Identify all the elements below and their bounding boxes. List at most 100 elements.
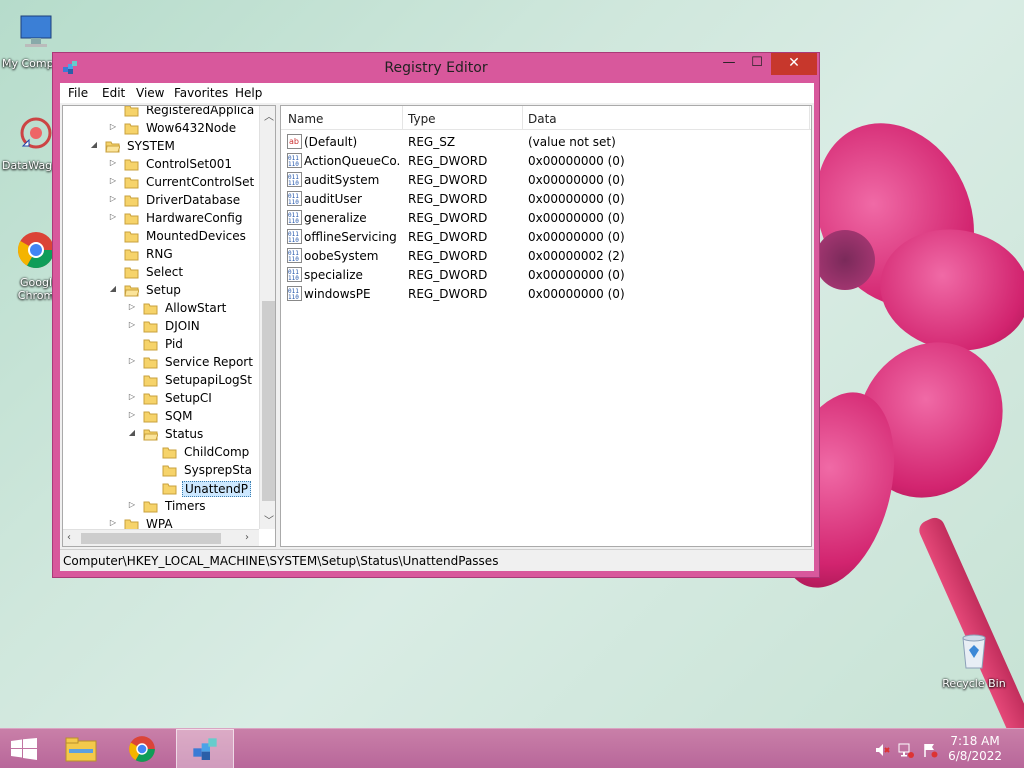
value-data: 0x00000000 (0) (528, 287, 625, 301)
title-bar[interactable]: Registry Editor — ☐ ✕ (53, 53, 819, 83)
menu-edit[interactable]: Edit (102, 86, 125, 100)
expand-arrow-icon[interactable]: ▷ (108, 176, 118, 185)
folder-icon (124, 285, 139, 297)
tree-vertical-scrollbar[interactable]: ︿ ﹀ (259, 106, 275, 529)
collapse-arrow-icon[interactable]: ◢ (89, 140, 99, 149)
tree-item-label: DriverDatabase (146, 193, 241, 207)
list-row[interactable]: 011 110 oobeSystem REG_DWORD 0x00000002 (2) (281, 246, 811, 265)
tree-item-label: Setup (146, 283, 181, 297)
values-list[interactable]: Name Type Data ab (Default) REG_SZ (value n… (280, 105, 812, 547)
value-data: 0x00000000 (0) (528, 268, 625, 282)
taskbar-registry-editor[interactable] (176, 729, 234, 768)
value-data: 0x00000000 (0) (528, 173, 625, 187)
scroll-right-icon[interactable]: › (245, 532, 249, 543)
scroll-up-icon[interactable]: ︿ (264, 108, 274, 123)
svg-text:110: 110 (288, 275, 299, 282)
client-area: RegisteredApplica ▷ Wow6432Node ◢ SYSTEM ▷ Con… (60, 103, 814, 549)
tree-horizontal-scrollbar[interactable]: ‹ › (63, 529, 259, 546)
tree-item-label: Select (146, 265, 184, 279)
column-header-type[interactable]: Type (408, 112, 436, 126)
tree-vertical-scroll-thumb[interactable] (262, 301, 275, 501)
expand-arrow-icon[interactable]: ▷ (127, 410, 137, 419)
start-button[interactable] (0, 729, 58, 768)
value-name: generalize (304, 211, 367, 225)
list-row[interactable]: ab (Default) REG_SZ (value not set) (281, 132, 811, 151)
expand-arrow-icon[interactable]: ▷ (108, 122, 118, 131)
tree-item-label: AllowStart (165, 301, 227, 315)
expand-arrow-icon[interactable]: ▷ (127, 302, 137, 311)
folder-icon (105, 141, 120, 153)
expand-arrow-icon[interactable]: ▷ (108, 212, 118, 221)
tree-horizontal-scroll-thumb[interactable] (81, 533, 221, 544)
list-row[interactable]: 011 110 generalize REG_DWORD 0x00000000 (0) (281, 208, 811, 227)
expand-arrow-icon[interactable]: ▷ (108, 194, 118, 203)
close-button[interactable]: ✕ (771, 53, 817, 75)
start-icon (11, 738, 37, 760)
value-name: auditSystem (304, 173, 380, 187)
folder-icon (143, 339, 158, 351)
value-data: 0x00000000 (0) (528, 211, 625, 225)
tree-item-label: Timers (165, 499, 206, 513)
tree-item-label: DJOIN (165, 319, 200, 333)
desktop-icon-recycle-bin[interactable]: Recycle Bin (938, 630, 1010, 690)
registry-tree[interactable]: RegisteredApplica ▷ Wow6432Node ◢ SYSTEM ▷ Con… (62, 105, 276, 547)
taskbar-chrome[interactable] (114, 729, 172, 768)
registry-editor-window: Registry Editor — ☐ ✕ File Edit View Fav… (52, 52, 820, 578)
expand-arrow-icon[interactable]: ▷ (108, 518, 118, 527)
collapse-arrow-icon[interactable]: ◢ (127, 428, 137, 437)
minimize-button[interactable]: — (715, 53, 743, 75)
value-data: 0x00000002 (2) (528, 249, 625, 263)
expand-arrow-icon[interactable]: ▷ (127, 500, 137, 509)
volume-muted-icon[interactable] (874, 742, 890, 758)
tree-item-label: RNG (146, 247, 173, 261)
value-type: REG_DWORD (408, 230, 488, 244)
network-icon[interactable] (898, 742, 914, 758)
value-type: REG_DWORD (408, 154, 488, 168)
folder-icon (124, 231, 139, 243)
value-type: REG_DWORD (408, 249, 488, 263)
maximize-button[interactable]: ☐ (743, 53, 771, 75)
menu-view[interactable]: View (136, 86, 164, 100)
action-center-icon[interactable] (922, 742, 938, 758)
tree-item-label: ControlSet001 (146, 157, 232, 171)
list-row[interactable]: 011 110 offlineServicing REG_DWORD 0x0000000… (281, 227, 811, 246)
svg-text:ab: ab (289, 137, 299, 146)
expand-arrow-icon[interactable]: ▷ (127, 356, 137, 365)
list-row[interactable]: 011 110 ActionQueueCo... REG_DWORD 0x0000000… (281, 151, 811, 170)
scroll-left-icon[interactable]: ‹ (67, 532, 71, 543)
expand-arrow-icon[interactable]: ▷ (127, 392, 137, 401)
taskbar-clock[interactable]: 7:18 AM 6/8/2022 (948, 734, 1002, 764)
list-row[interactable]: 011 110 specialize REG_DWORD 0x00000000 (0) (281, 265, 811, 284)
scroll-down-icon[interactable]: ﹀ (264, 512, 274, 527)
menu-favorites[interactable]: Favorites (174, 86, 228, 100)
expand-arrow-icon[interactable]: ▷ (127, 320, 137, 329)
value-name: (Default) (304, 135, 358, 149)
collapse-arrow-icon[interactable]: ◢ (108, 284, 118, 293)
clock-time: 7:18 AM (950, 734, 1000, 748)
value-data: 0x00000000 (0) (528, 154, 625, 168)
tree-item-label: Status (165, 427, 204, 441)
tree-item-label: SYSTEM (127, 139, 175, 153)
tree-item-label: SysprepSta (184, 463, 252, 477)
folder-icon (143, 357, 158, 369)
column-header-name[interactable]: Name (288, 112, 323, 126)
status-bar: Computer\HKEY_LOCAL_MACHINE\SYSTEM\Setup… (60, 549, 814, 571)
value-data: (value not set) (528, 135, 616, 149)
column-header-data[interactable]: Data (528, 112, 557, 126)
folder-icon (143, 375, 158, 387)
tree-item-label: Pid (165, 337, 183, 351)
folder-icon (124, 213, 139, 225)
svg-text:110: 110 (288, 237, 299, 244)
svg-text:110: 110 (288, 180, 299, 187)
expand-arrow-icon[interactable]: ▷ (108, 158, 118, 167)
menu-file[interactable]: File (68, 86, 88, 100)
chrome-icon (129, 736, 155, 762)
list-row[interactable]: 011 110 auditSystem REG_DWORD 0x00000000 (0) (281, 170, 811, 189)
menu-help[interactable]: Help (235, 86, 262, 100)
folder-icon (124, 106, 139, 117)
list-row[interactable]: 011 110 auditUser REG_DWORD 0x00000000 (0) (281, 189, 811, 208)
chrome-icon (17, 232, 55, 269)
list-row[interactable]: 011 110 windowsPE REG_DWORD 0x00000000 (0) (281, 284, 811, 303)
folder-icon (143, 321, 158, 333)
taskbar-file-explorer[interactable] (52, 729, 110, 768)
